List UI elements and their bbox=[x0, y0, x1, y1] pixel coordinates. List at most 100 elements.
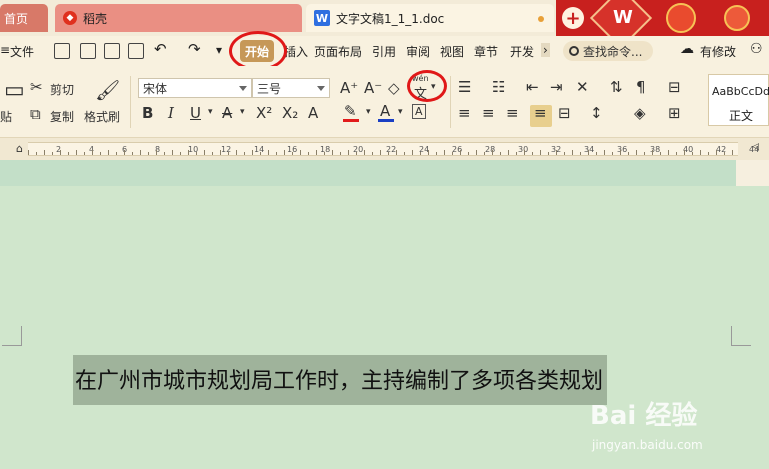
character-spacing-icon[interactable]: A bbox=[308, 104, 318, 122]
strikethrough-icon[interactable]: A bbox=[222, 104, 232, 122]
chevron-down-icon[interactable]: ▾ bbox=[240, 107, 245, 117]
ruler-number: 36 bbox=[617, 145, 628, 154]
menu-file[interactable]: 文件 bbox=[10, 43, 34, 60]
ruler-tick bbox=[180, 152, 181, 155]
highlight-icon[interactable]: ✎ bbox=[344, 102, 357, 120]
line-spacing-icon[interactable]: ↕ bbox=[590, 104, 603, 122]
numbered-list-icon[interactable]: ☷ bbox=[492, 78, 505, 96]
ruler-tick bbox=[236, 150, 237, 155]
tab-document-label: 文字文稿1_1_1.doc bbox=[336, 11, 445, 26]
tab-home[interactable]: 首页 bbox=[0, 4, 48, 32]
decrease-font-icon[interactable]: A⁻ bbox=[364, 79, 382, 97]
print-preview-icon[interactable] bbox=[128, 43, 144, 59]
menu-scroll-right-icon[interactable]: › bbox=[541, 43, 550, 57]
wps-logo-icon: W bbox=[613, 7, 633, 28]
ruler-tick bbox=[276, 152, 277, 155]
horizontal-ruler[interactable]: 2468101214161820222426283032343638404244… bbox=[0, 138, 769, 160]
menu-references[interactable]: 引用 bbox=[372, 43, 396, 60]
align-right-icon[interactable]: ≡ bbox=[506, 104, 519, 122]
chevron-down-icon[interactable]: ▾ bbox=[366, 107, 371, 117]
menu-view[interactable]: 视图 bbox=[440, 43, 464, 60]
save-icon[interactable] bbox=[54, 43, 70, 59]
redo-icon[interactable]: ↷ bbox=[188, 40, 201, 58]
ribbon-separator bbox=[130, 76, 131, 128]
italic-icon[interactable]: I bbox=[168, 104, 174, 122]
ruler-tick bbox=[492, 150, 493, 155]
table-grid-icon[interactable]: ⊟ bbox=[668, 78, 681, 96]
ruler-number: 28 bbox=[485, 145, 496, 154]
promo-banner[interactable]: + W bbox=[556, 0, 769, 36]
distributed-align-icon[interactable]: ⊟ bbox=[558, 104, 571, 122]
ruler-tick bbox=[460, 150, 461, 155]
bold-icon[interactable]: B bbox=[142, 104, 153, 122]
new-tab-button[interactable]: + bbox=[562, 7, 584, 29]
increase-indent-icon[interactable]: ⇥ bbox=[550, 78, 563, 96]
chinese-layout-icon[interactable]: ✕ bbox=[576, 78, 589, 96]
copy-button[interactable]: 复制 bbox=[50, 108, 74, 125]
ruler-tick bbox=[324, 152, 325, 155]
ruler-tick bbox=[68, 152, 69, 155]
selected-paragraph-text[interactable]: 在广州市城市规划局工作时，主持编制了多项各类规划 bbox=[73, 355, 608, 405]
character-border-icon[interactable]: A bbox=[412, 104, 426, 119]
bullet-list-icon[interactable]: ☰ bbox=[458, 78, 471, 96]
menu-review[interactable]: 审阅 bbox=[406, 43, 430, 60]
export-pdf-icon[interactable] bbox=[80, 43, 96, 59]
menu-page-layout[interactable]: 页面布局 bbox=[314, 43, 362, 60]
ruler-tick bbox=[500, 152, 501, 155]
underline-icon[interactable]: U bbox=[190, 104, 201, 122]
cut-button[interactable]: 剪切 bbox=[50, 81, 74, 98]
unsaved-indicator-icon bbox=[538, 16, 544, 22]
cloud-sync-icon[interactable]: ☁ bbox=[680, 41, 694, 57]
page-corner-marker-right bbox=[731, 326, 751, 346]
chevron-down-icon[interactable]: ▾ bbox=[208, 107, 213, 117]
menu-developer[interactable]: 开发 bbox=[510, 43, 534, 60]
ruler-tick bbox=[676, 152, 677, 155]
superscript-icon[interactable]: X² bbox=[256, 104, 272, 122]
font-color-icon[interactable]: A bbox=[380, 102, 390, 120]
ruler-tick bbox=[292, 152, 293, 155]
paste-icon[interactable]: ▭ bbox=[4, 78, 25, 103]
font-size-value: 三号 bbox=[257, 81, 282, 96]
undo-icon[interactable]: ↶ bbox=[154, 40, 167, 58]
align-center-icon[interactable]: ≡ bbox=[482, 104, 495, 122]
ruler-tick bbox=[660, 152, 661, 155]
paste-label[interactable]: 贴 bbox=[0, 108, 12, 125]
sort-icon[interactable]: ⇅ bbox=[610, 78, 623, 96]
decrease-indent-icon[interactable]: ⇤ bbox=[526, 78, 539, 96]
print-icon[interactable] bbox=[104, 43, 120, 59]
show-marks-icon[interactable]: ¶ bbox=[636, 78, 646, 96]
ruler-tick bbox=[148, 152, 149, 155]
ruler-tick bbox=[580, 152, 581, 155]
menu-chapter[interactable]: 章节 bbox=[474, 43, 498, 60]
tab-docer[interactable]: ◆ 稻壳 bbox=[55, 4, 302, 32]
collaborate-icon[interactable]: ⚇ bbox=[750, 41, 763, 57]
increase-font-icon[interactable]: A⁺ bbox=[340, 79, 358, 97]
right-indent-marker-icon[interactable]: ◁ bbox=[752, 142, 759, 152]
subscript-icon[interactable]: X₂ bbox=[282, 104, 298, 122]
style-normal[interactable]: AaBbCcDd 正文 bbox=[708, 74, 769, 126]
menu-insert[interactable]: 插入 bbox=[284, 43, 308, 60]
ruler-tick bbox=[532, 152, 533, 155]
ruler-tick bbox=[60, 150, 61, 155]
clear-format-icon[interactable]: ◇ bbox=[388, 79, 400, 97]
ruler-tick bbox=[140, 150, 141, 155]
align-left-icon[interactable]: ≡ bbox=[458, 104, 471, 122]
format-painter-button[interactable]: 格式刷 bbox=[84, 108, 120, 125]
ruler-tick bbox=[108, 150, 109, 155]
font-size-select[interactable]: 三号 bbox=[252, 78, 330, 98]
chevron-down-icon[interactable]: ▾ bbox=[398, 107, 403, 117]
ruler-tick bbox=[100, 152, 101, 155]
menu-icon[interactable]: ≡ bbox=[0, 43, 10, 57]
search-command[interactable]: 查找命令... bbox=[563, 41, 653, 61]
tab-document[interactable]: W 文字文稿1_1_1.doc bbox=[306, 4, 554, 32]
ruler-tick bbox=[484, 152, 485, 155]
indent-marker-icon[interactable]: ⌂ bbox=[16, 142, 23, 155]
more-quick-access-icon[interactable]: ▾ bbox=[216, 43, 222, 57]
font-name-select[interactable]: 宋体 bbox=[138, 78, 252, 98]
ruler-tick bbox=[636, 150, 637, 155]
track-changes-label[interactable]: 有修改 bbox=[700, 43, 736, 60]
borders-icon[interactable]: ⊞ bbox=[668, 104, 681, 122]
scissors-icon: ✂ bbox=[30, 78, 43, 96]
ruler-tick bbox=[652, 150, 653, 155]
shading-icon[interactable]: ◈ bbox=[634, 104, 646, 122]
